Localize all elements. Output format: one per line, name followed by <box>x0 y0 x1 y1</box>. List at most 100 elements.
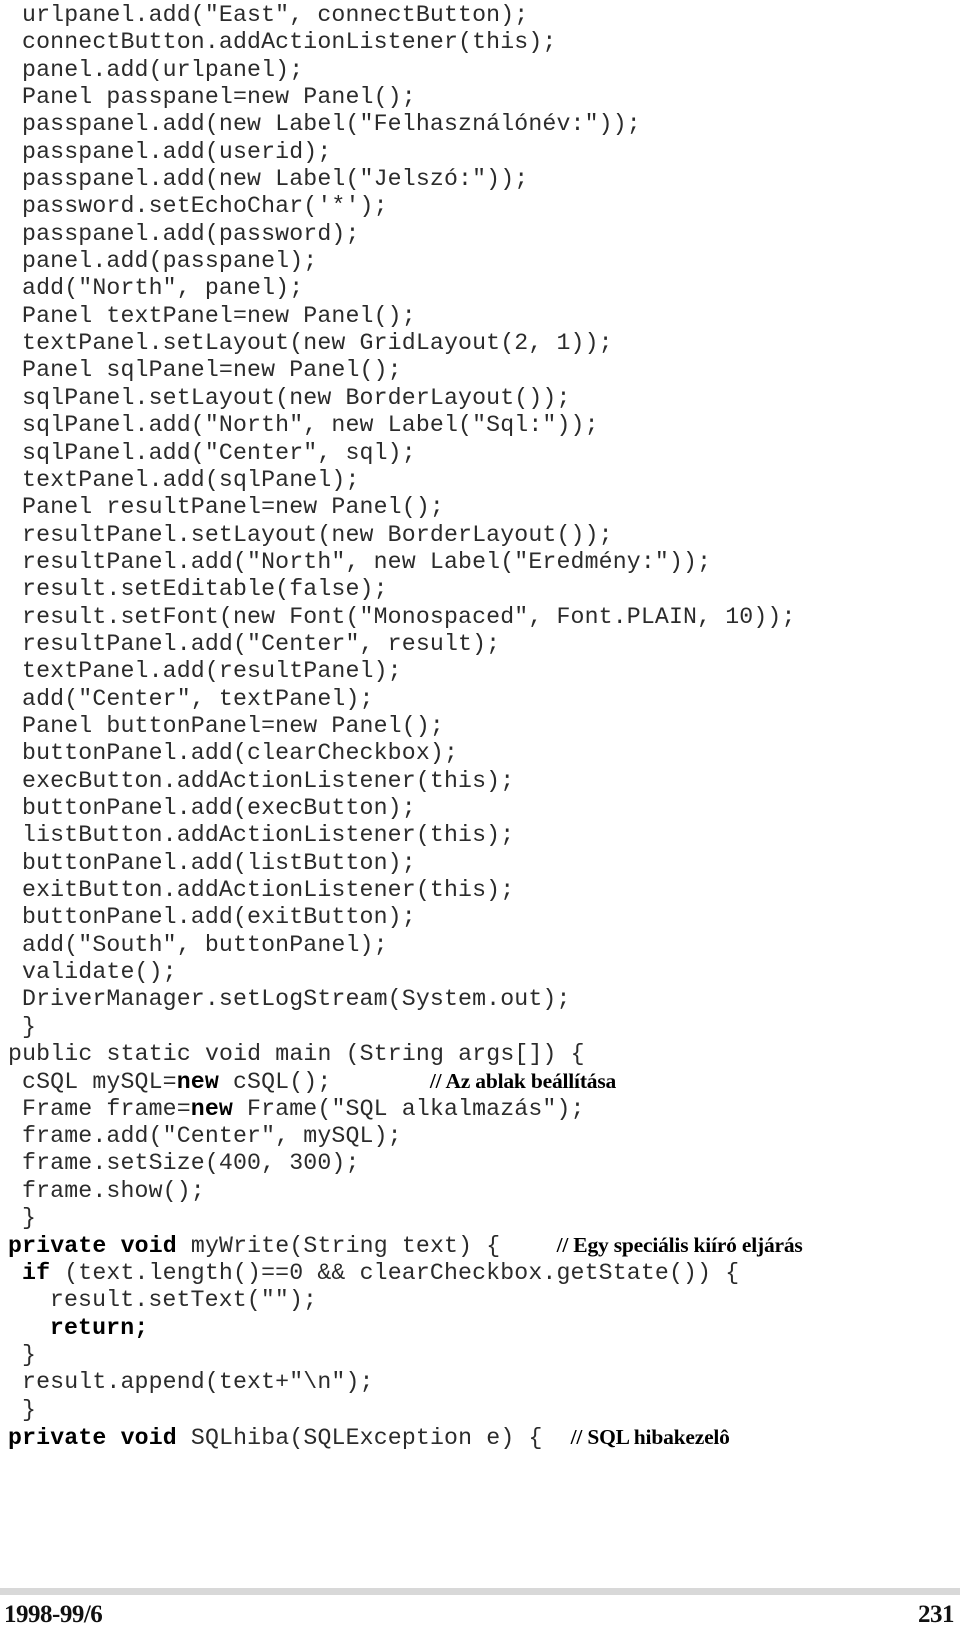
code-line: result.append(text+"\n"); <box>0 1369 960 1396</box>
code-text: result.setFont(new Font("Monospaced", Fo… <box>22 603 796 630</box>
code-text: Panel passpanel=new Panel(); <box>22 84 416 111</box>
code-line: passpanel.add(password); <box>0 221 960 248</box>
code-line: buttonPanel.add(listButton); <box>0 850 960 877</box>
code-text: frame.setSize(400, 300); <box>22 1150 360 1177</box>
code-comment: // SQL hibakezelô <box>570 1424 730 1449</box>
code-line: passpanel.add(userid); <box>0 139 960 166</box>
code-text: SQLhiba(SQLException e) { <box>176 1424 571 1451</box>
code-line: sqlPanel.setLayout(new BorderLayout()); <box>0 385 960 412</box>
code-text: passpanel.add(new Label("Jelszó:")); <box>22 166 529 193</box>
code-line: textPanel.setLayout(new GridLayout(2, 1)… <box>0 330 960 357</box>
code-line: passpanel.add(new Label("Jelszó:")); <box>0 166 960 193</box>
code-listing: urlpanel.add("East", connectButton); conn… <box>0 0 960 1451</box>
code-text: frame.show(); <box>22 1177 205 1204</box>
code-line: frame.show(); <box>0 1178 960 1205</box>
code-line: sqlPanel.add("Center", sql); <box>0 440 960 467</box>
code-text: Panel textPanel=new Panel(); <box>22 302 416 329</box>
code-text: listButton.addActionListener(this); <box>22 822 515 849</box>
code-line: execButton.addActionListener(this); <box>0 768 960 795</box>
code-text: execButton.addActionListener(this); <box>22 767 515 794</box>
code-line: Frame frame=new Frame("SQL alkalmazás"); <box>0 1096 960 1123</box>
code-line: resultPanel.add("North", new Label("Ered… <box>0 549 960 576</box>
footer-divider <box>0 1588 960 1595</box>
code-line: frame.add("Center", mySQL); <box>0 1123 960 1150</box>
code-comment: // Egy speciális kiíró eljárás <box>556 1233 803 1258</box>
code-text: DriverManager.setLogStream(System.out); <box>22 986 571 1013</box>
code-text: passpanel.add(userid); <box>22 138 332 165</box>
code-text: add("Center", textPanel); <box>22 685 374 712</box>
code-text: (text.length()==0 && clearCheckbox.getSt… <box>50 1259 740 1286</box>
code-text: result.append(text+"\n"); <box>22 1369 374 1396</box>
code-text: resultPanel.setLayout(new BorderLayout()… <box>22 521 613 548</box>
code-text: connectButton.addActionListener(this); <box>22 29 557 56</box>
code-text: resultPanel.add("North", new Label("Ered… <box>22 548 712 575</box>
code-text: textPanel.add(resultPanel); <box>22 658 402 685</box>
code-text: password.setEchoChar('*'); <box>22 193 388 220</box>
code-text: panel.add(passpanel); <box>22 248 318 275</box>
code-text: add("South", buttonPanel); <box>22 931 388 958</box>
code-text: validate(); <box>22 959 177 986</box>
code-text: textPanel.setLayout(new GridLayout(2, 1)… <box>22 330 613 357</box>
code-text: } <box>22 1205 37 1232</box>
code-text: buttonPanel.add(listButton); <box>22 849 416 876</box>
code-line: add("South", buttonPanel); <box>0 932 960 959</box>
code-line: buttonPanel.add(clearCheckbox); <box>0 740 960 767</box>
code-text: exitButton.addActionListener(this); <box>22 877 515 903</box>
code-text: resultPanel.add("Center", result); <box>22 630 501 657</box>
code-line: if (text.length()==0 && clearCheckbox.ge… <box>0 1260 960 1287</box>
code-line: } <box>0 1397 960 1424</box>
code-text: } <box>22 1396 37 1423</box>
code-text: result.setText(""); <box>49 1287 318 1314</box>
footer-page-number: 231 <box>918 1601 955 1628</box>
code-line: urlpanel.add("East", connectButton); <box>0 2 960 29</box>
code-keyword: private void <box>8 1233 177 1260</box>
code-text: cSQL mySQL= <box>22 1069 177 1096</box>
code-text: Panel resultPanel=new Panel(); <box>22 494 444 521</box>
code-line: } <box>0 1342 960 1369</box>
code-text: Frame("SQL alkalmazás"); <box>232 1095 585 1122</box>
code-line: cSQL mySQL=new cSQL(); // Az ablak beáll… <box>0 1068 960 1095</box>
code-line: result.setEditable(false); <box>0 576 960 603</box>
code-keyword: new <box>176 1069 219 1096</box>
code-text: } <box>22 1341 37 1368</box>
footer-issue: 1998-99/6 <box>4 1601 103 1628</box>
code-text: Panel buttonPanel=new Panel(); <box>22 712 444 739</box>
document-page: urlpanel.add("East", connectButton); conn… <box>0 0 960 1634</box>
code-line: sqlPanel.add("North", new Label("Sql:"))… <box>0 412 960 439</box>
code-keyword: return; <box>49 1314 149 1341</box>
code-line: panel.add(urlpanel); <box>0 57 960 84</box>
code-line: password.setEchoChar('*'); <box>0 193 960 220</box>
code-text: textPanel.add(sqlPanel); <box>22 466 360 493</box>
code-line: connectButton.addActionListener(this); <box>0 29 960 56</box>
code-line: Panel textPanel=new Panel(); <box>0 303 960 330</box>
code-line: add("North", panel); <box>0 275 960 302</box>
code-text: panel.add(urlpanel); <box>22 56 304 83</box>
code-line: Panel passpanel=new Panel(); <box>0 84 960 111</box>
code-text: add("North", panel); <box>22 275 304 302</box>
code-line: buttonPanel.add(execButton); <box>0 795 960 822</box>
code-line: result.setFont(new Font("Monospaced", Fo… <box>0 604 960 631</box>
code-text: buttonPanel.add(execButton); <box>22 794 416 821</box>
code-text: Frame frame= <box>22 1095 191 1122</box>
code-line: buttonPanel.add(exitButton); <box>0 904 960 931</box>
code-line: private void myWrite(String text) { // E… <box>0 1232 960 1259</box>
code-text: Panel sqlPanel=new Panel(); <box>22 357 402 384</box>
code-line: DriverManager.setLogStream(System.out); <box>0 986 960 1013</box>
code-text: sqlPanel.add("Center", sql); <box>22 439 416 466</box>
code-line: exitButton.addActionListener(this); <box>0 877 960 904</box>
code-text: } <box>22 1013 37 1040</box>
code-text: sqlPanel.setLayout(new BorderLayout()); <box>22 384 571 411</box>
code-comment: // Az ablak beállítása <box>429 1069 617 1094</box>
code-line: public static void main (String args[]) … <box>0 1041 960 1068</box>
code-line: passpanel.add(new Label("Felhasználónév:… <box>0 111 960 138</box>
code-text: cSQL(); <box>218 1069 430 1096</box>
code-keyword: private void <box>8 1424 177 1451</box>
code-keyword: if <box>22 1259 51 1286</box>
code-text: buttonPanel.add(clearCheckbox); <box>22 740 459 767</box>
code-line: } <box>0 1014 960 1041</box>
code-line: Panel buttonPanel=new Panel(); <box>0 713 960 740</box>
code-text: result.setEditable(false); <box>22 576 388 603</box>
code-text: public static void main (String args[]) … <box>8 1041 585 1068</box>
code-text: buttonPanel.add(exitButton); <box>22 904 416 931</box>
code-line: listButton.addActionListener(this); <box>0 822 960 849</box>
